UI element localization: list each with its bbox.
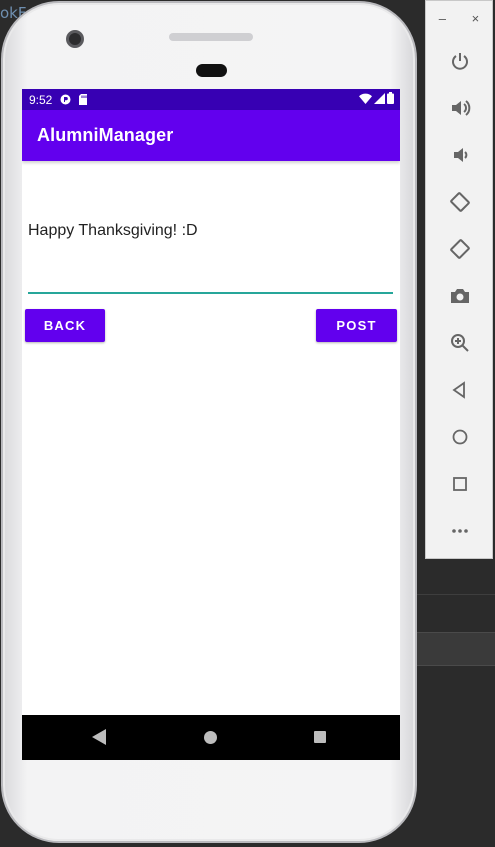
nav-home-icon[interactable] <box>204 731 217 744</box>
volume-up-icon[interactable] <box>448 96 472 120</box>
message-text: Happy Thanksgiving! :D <box>28 222 198 239</box>
ide-highlighted-line <box>405 632 495 666</box>
device-screen: 9:52 AlumniManager Happy Thanksgiving! :… <box>22 89 400 760</box>
app-bar: AlumniManager <box>22 110 400 161</box>
emulator-toolbar: – × <box>425 0 493 559</box>
status-time: 9:52 <box>29 92 53 107</box>
phone-frame: 9:52 AlumniManager Happy Thanksgiving! :… <box>1 1 417 843</box>
post-button[interactable]: POST <box>316 309 397 342</box>
minimize-button[interactable]: – <box>439 11 446 31</box>
ide-divider <box>405 594 495 595</box>
more-icon[interactable] <box>448 519 472 543</box>
volume-down-icon[interactable] <box>448 143 472 167</box>
overview-icon[interactable] <box>448 472 472 496</box>
navigation-bar <box>22 715 400 760</box>
rotate-left-icon[interactable] <box>448 190 472 214</box>
power-icon[interactable] <box>448 49 472 73</box>
back-icon[interactable] <box>448 378 472 402</box>
speaker-grille <box>169 33 253 41</box>
wifi-icon <box>359 93 372 107</box>
status-bar: 9:52 <box>22 89 400 110</box>
play-protect-icon <box>60 94 71 105</box>
nav-overview-icon[interactable] <box>314 731 326 743</box>
back-button[interactable]: BACK <box>25 309 105 342</box>
rotate-right-icon[interactable] <box>448 237 472 261</box>
signal-icon <box>374 92 385 107</box>
nav-back-icon[interactable] <box>92 729 106 750</box>
close-button[interactable]: × <box>472 11 480 31</box>
front-camera <box>66 30 84 48</box>
message-input[interactable] <box>28 292 393 294</box>
earpiece <box>196 64 227 77</box>
zoom-icon[interactable] <box>448 331 472 355</box>
battery-icon <box>387 92 394 107</box>
app-title: AlumniManager <box>37 125 174 145</box>
camera-icon[interactable] <box>448 284 472 308</box>
sd-card-icon <box>78 94 89 105</box>
home-icon[interactable] <box>448 425 472 449</box>
